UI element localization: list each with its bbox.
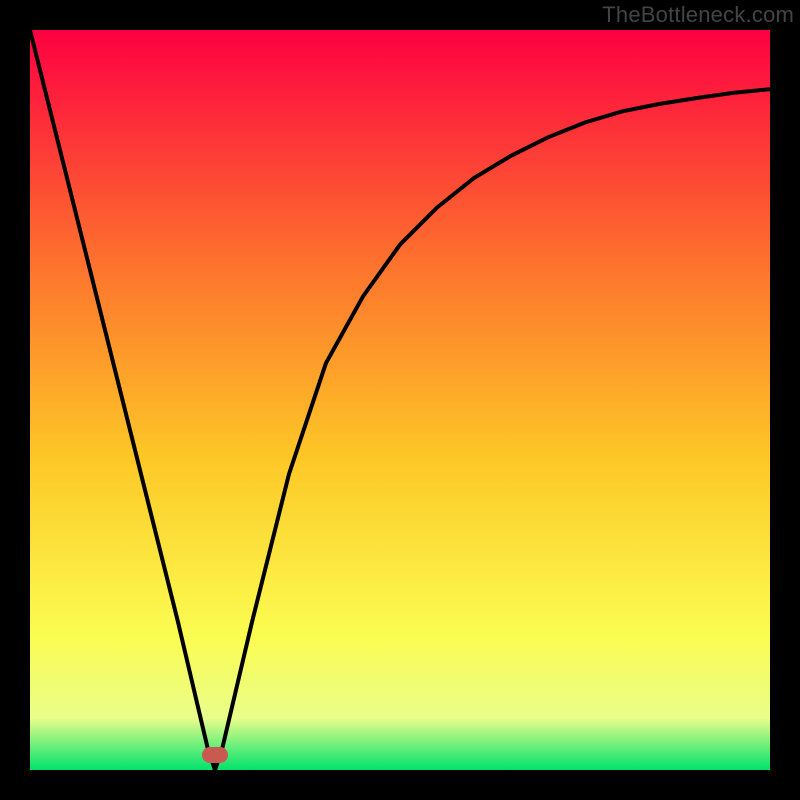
attribution-text: TheBottleneck.com [602,2,794,28]
minimum-marker [202,747,228,763]
chart-frame: TheBottleneck.com [0,0,800,800]
bottleneck-curve [30,30,770,770]
plot-area [30,30,770,770]
